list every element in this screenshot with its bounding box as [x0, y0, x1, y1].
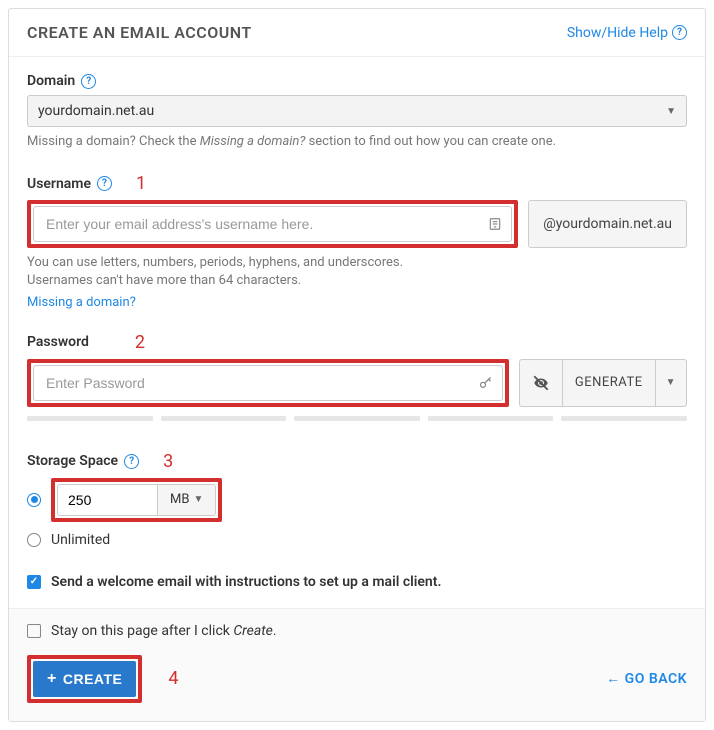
storage-unlimited-radio[interactable]	[27, 533, 41, 547]
annotation-box-1	[27, 200, 518, 248]
stay-on-page-checkbox[interactable]	[27, 624, 41, 638]
show-hide-help-link[interactable]: Show/Hide Help ?	[567, 25, 687, 41]
toggle-visibility-button[interactable]	[519, 359, 562, 407]
welcome-email-checkbox[interactable]	[27, 575, 41, 589]
help-icon[interactable]: ?	[124, 454, 139, 469]
create-button[interactable]: + CREATE	[33, 661, 136, 697]
password-input[interactable]	[33, 365, 503, 401]
annotation-2: 2	[135, 332, 145, 353]
key-icon	[478, 375, 493, 390]
annotation-box-3: MB ▼	[51, 478, 222, 522]
username-field: Username ? 1 @yourdomain.net.au You can …	[27, 173, 687, 309]
storage-value-input[interactable]	[57, 484, 157, 516]
username-suffix: @yourdomain.net.au	[528, 200, 687, 248]
help-icon[interactable]: ?	[81, 74, 96, 89]
username-label: Username	[27, 176, 91, 192]
storage-unit-select[interactable]: MB ▼	[157, 484, 216, 516]
arrow-left-icon: ←	[606, 670, 621, 687]
annotation-3: 3	[163, 451, 173, 472]
contact-card-icon	[488, 217, 502, 231]
domain-select[interactable]: yourdomain.net.au ▼	[27, 95, 687, 127]
stay-on-page-row: Stay on this page after I click Create.	[27, 623, 687, 639]
go-back-link[interactable]: ← GO BACK	[606, 670, 687, 687]
domain-hint: Missing a domain? Check the Missing a do…	[27, 133, 687, 151]
generate-dropdown-button[interactable]: ▼	[655, 359, 687, 407]
welcome-email-label: Send a welcome email with instructions t…	[51, 574, 441, 590]
password-field: Password 2 GENERATE	[27, 332, 687, 421]
password-label: Password	[27, 334, 89, 350]
storage-custom-radio[interactable]	[27, 493, 41, 507]
password-strength-meter	[27, 416, 687, 421]
page-title: CREATE AN EMAIL ACCOUNT	[27, 23, 252, 42]
help-icon: ?	[672, 25, 687, 40]
username-input[interactable]	[33, 206, 512, 242]
panel-header: CREATE AN EMAIL ACCOUNT Show/Hide Help ?	[9, 9, 705, 57]
create-email-panel: CREATE AN EMAIL ACCOUNT Show/Hide Help ?…	[8, 8, 706, 722]
storage-field: Storage Space ? 3 MB ▼	[27, 451, 687, 548]
chevron-down-icon: ▼	[193, 494, 203, 505]
annotation-4: 4	[168, 668, 178, 689]
password-actions: GENERATE ▼	[519, 359, 687, 407]
storage-unlimited-label: Unlimited	[51, 532, 110, 548]
help-link-label: Show/Hide Help	[567, 25, 668, 41]
panel-footer: Stay on this page after I click Create. …	[9, 608, 705, 721]
storage-label: Storage Space	[27, 453, 118, 469]
annotation-box-4: + CREATE	[27, 655, 142, 703]
domain-value: yourdomain.net.au	[38, 103, 154, 119]
annotation-box-2	[27, 359, 509, 407]
annotation-1: 1	[136, 173, 146, 194]
panel-body: Domain ? yourdomain.net.au ▼ Missing a d…	[9, 57, 705, 608]
stay-on-page-label: Stay on this page after I click Create.	[51, 623, 277, 639]
generate-password-button[interactable]: GENERATE	[562, 359, 655, 407]
chevron-down-icon: ▼	[666, 106, 676, 117]
welcome-email-row: Send a welcome email with instructions t…	[27, 574, 687, 590]
domain-field: Domain ? yourdomain.net.au ▼ Missing a d…	[27, 73, 687, 151]
missing-domain-link[interactable]: Missing a domain?	[27, 295, 687, 310]
help-icon[interactable]: ?	[97, 176, 112, 191]
plus-icon: +	[47, 671, 57, 687]
chevron-down-icon: ▼	[666, 377, 676, 388]
domain-label: Domain	[27, 73, 75, 89]
username-hint: You can use letters, numbers, periods, h…	[27, 254, 687, 290]
